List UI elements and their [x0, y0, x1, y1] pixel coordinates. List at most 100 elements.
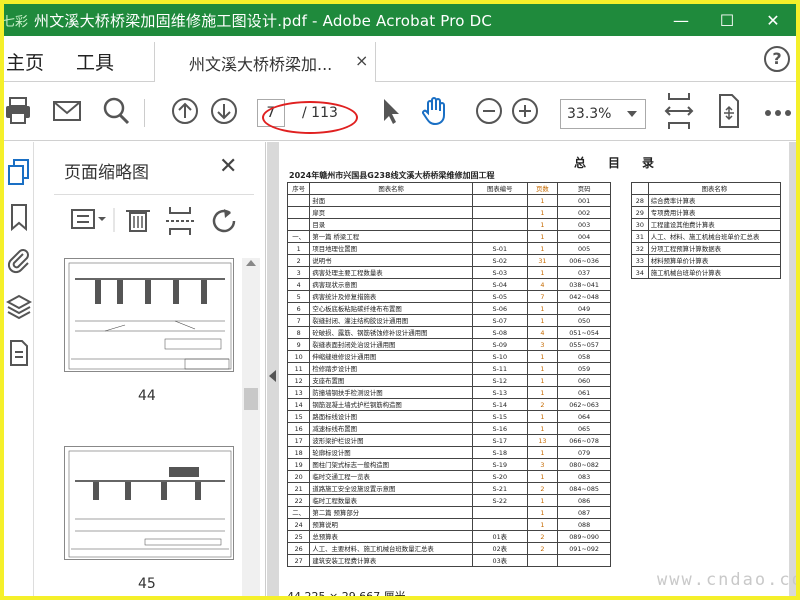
table-cell: 施工机械台班单价计算表 — [647, 266, 782, 279]
table-row: 11 检修踏步设计图 S-11 1 059 — [286, 362, 611, 375]
table-cell: 1 — [526, 518, 559, 531]
rotate-view-icon[interactable] — [714, 93, 744, 129]
table-cell: 病害统计及修复措施表 — [309, 290, 473, 303]
table-cell: 防撞墙钢扶手检测设计图 — [309, 386, 473, 399]
table-cell: 减速标线布置图 — [309, 422, 473, 435]
table-cell: 临时工程数量表 — [309, 494, 473, 507]
table-cell: 1 — [526, 194, 559, 207]
table-cell: 13 — [286, 386, 311, 399]
table-cell: 1 — [526, 446, 559, 459]
table-cell: 2 — [286, 254, 311, 267]
scrollbar-thumb[interactable] — [244, 388, 258, 410]
fit-page-icon[interactable] — [664, 91, 694, 131]
table-cell: 1 — [526, 362, 559, 375]
table-cell: 086 — [557, 494, 611, 507]
table-row: 21 道路施工安全设施设置示意图 S-21 2 084~085 — [286, 482, 611, 495]
table-header: 图表名称 — [647, 182, 782, 195]
table-cell: S-22 — [471, 494, 528, 507]
table-cell: 02表 — [471, 542, 528, 555]
thumbnail-page-44[interactable] — [64, 258, 234, 372]
zoom-in-icon[interactable] — [510, 95, 540, 127]
print-icon[interactable] — [4, 95, 34, 127]
table-cell — [557, 554, 611, 567]
more-tools-icon[interactable] — [764, 109, 792, 117]
table-cell: 29 — [631, 206, 649, 219]
thumbnail-label: 44 — [138, 388, 156, 404]
table-cell: S-14 — [471, 398, 528, 411]
close-panel-icon[interactable]: ✕ — [219, 154, 237, 179]
thumbnail-page-45[interactable] — [64, 446, 234, 560]
tab-home[interactable]: 主页 — [6, 48, 44, 75]
thumbnails-scrollbar[interactable] — [242, 258, 260, 596]
next-page-icon[interactable] — [209, 95, 239, 127]
table-row: 3 病害处理主要工程数量表 S-03 1 037 — [286, 266, 611, 279]
search-icon[interactable] — [102, 95, 132, 127]
tab-close-icon[interactable]: × — [355, 51, 368, 70]
scroll-up-icon[interactable] — [246, 260, 256, 266]
table-cell: 专项费用计算表 — [647, 206, 782, 219]
table-cell: 17 — [286, 434, 311, 447]
table-cell: 037 — [557, 266, 611, 279]
table-cell: 002 — [557, 206, 611, 219]
table-cell: 分项工程预算计算数据表 — [647, 242, 782, 255]
table-cell: 7 — [286, 314, 311, 327]
help-icon[interactable]: ? — [764, 46, 790, 72]
page-thumbnails-icon[interactable] — [6, 158, 32, 192]
table-cell: 006~036 — [557, 254, 611, 267]
rotate-page-icon[interactable] — [212, 209, 236, 233]
table-cell: 二、 — [286, 506, 311, 519]
table-cell: S-01 — [471, 242, 528, 255]
zoom-dropdown[interactable]: 33.3% — [560, 99, 646, 129]
tab-document[interactable]: 州文溪大桥桥梁加... × — [154, 42, 376, 82]
table-row: 30 工程建设其他费计算表 — [631, 218, 782, 231]
table-row: 8 砼破损、露筋、钢筋锈蚀修补设计通用图 S-08 4 051~054 — [286, 326, 611, 339]
chevron-down-icon — [627, 111, 637, 117]
table-cell — [471, 506, 528, 519]
table-cell: 049 — [557, 302, 611, 315]
select-cursor-icon[interactable] — [378, 95, 402, 127]
table-cell: S-08 — [471, 326, 528, 339]
extract-page-icon[interactable] — [166, 207, 194, 235]
email-icon[interactable] — [52, 95, 82, 127]
table-cell: 3 — [526, 338, 559, 351]
table-row: 1 项目地理位置图 S-01 1 005 — [286, 242, 611, 255]
table-cell: 28 — [631, 194, 649, 207]
table-cell: 裂缝表面封闭处治设计通用图 — [309, 338, 473, 351]
delete-page-icon[interactable] — [126, 210, 150, 232]
bookmark-icon[interactable] — [6, 202, 32, 236]
table-cell: 30 — [631, 218, 649, 231]
table-cell: 12 — [286, 374, 311, 387]
table-row: 4 病害现状示意图 S-04 4 038~041 — [286, 278, 611, 291]
table-cell: S-18 — [471, 446, 528, 459]
table-cell: 1 — [526, 410, 559, 423]
table-header: 图表名称 — [309, 182, 473, 195]
tab-tools[interactable]: 工具 — [76, 48, 114, 75]
attachment-icon[interactable] — [6, 246, 32, 280]
table-row: 一、 第一篇 桥梁工程 1 004 — [286, 230, 611, 243]
document-view[interactable]: 总目录 2024年赣州市兴国县G238线文溪大桥桥梁维修加固工程 序号 图表名称图… — [267, 142, 796, 596]
table-cell: 3 — [286, 266, 311, 279]
collapse-panel-icon[interactable] — [269, 370, 276, 382]
table-header — [631, 182, 649, 195]
table-row: 27 建筑安装工程费计算表 03表 — [286, 554, 611, 567]
table-cell: 005 — [557, 242, 611, 255]
hand-tool-icon[interactable] — [420, 95, 450, 127]
acrobat-window: 七彩 州文溪大桥桥梁加固维修施工图设计.pdf - Adobe Acrobat … — [4, 4, 796, 596]
table-cell — [286, 218, 311, 231]
minimize-button[interactable]: — — [658, 4, 704, 36]
table-cell: 图柱门架式标志一般构造图 — [309, 458, 473, 471]
close-window-button[interactable]: ✕ — [750, 4, 796, 36]
table-cell: 16 — [286, 422, 311, 435]
maximize-button[interactable]: ☐ — [704, 4, 750, 36]
page-options-icon[interactable] — [71, 209, 106, 229]
table-cell: 25 — [286, 530, 311, 543]
zoom-out-icon[interactable] — [474, 95, 504, 127]
previous-page-icon[interactable] — [170, 95, 200, 127]
table-cell: 050 — [557, 314, 611, 327]
layers-icon[interactable] — [5, 292, 33, 326]
table-cell: S-04 — [471, 278, 528, 291]
table-cell: 26 — [286, 542, 311, 555]
panel-divider — [54, 194, 254, 195]
document-icon[interactable] — [6, 338, 32, 372]
table-row: 19 图柱门架式标志一般构造图 S-19 3 080~082 — [286, 458, 611, 471]
